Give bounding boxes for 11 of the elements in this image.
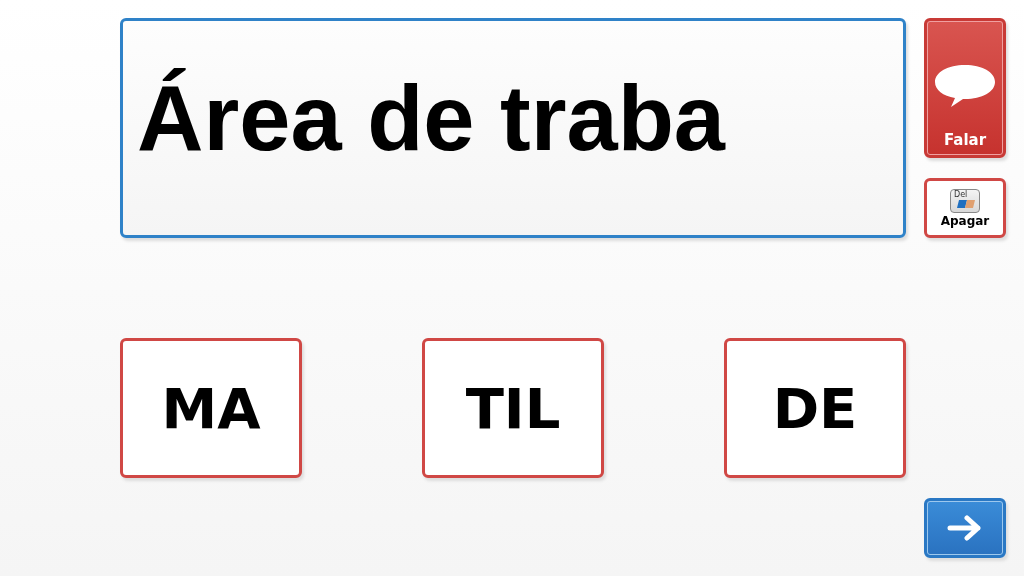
- typed-text: Área de traba: [137, 65, 726, 171]
- text-display[interactable]: Área de traba: [120, 18, 906, 238]
- word-button[interactable]: TIL: [422, 338, 604, 478]
- right-arrow-icon: [947, 515, 983, 541]
- next-button[interactable]: [924, 498, 1006, 558]
- speech-bubble-icon: [933, 63, 997, 109]
- erase-button[interactable]: Del Apagar: [924, 178, 1006, 238]
- word-button[interactable]: DE: [724, 338, 906, 478]
- eraser-key-icon: Del: [950, 188, 980, 213]
- word-button[interactable]: MA: [120, 338, 302, 478]
- speak-button[interactable]: Falar: [924, 18, 1006, 158]
